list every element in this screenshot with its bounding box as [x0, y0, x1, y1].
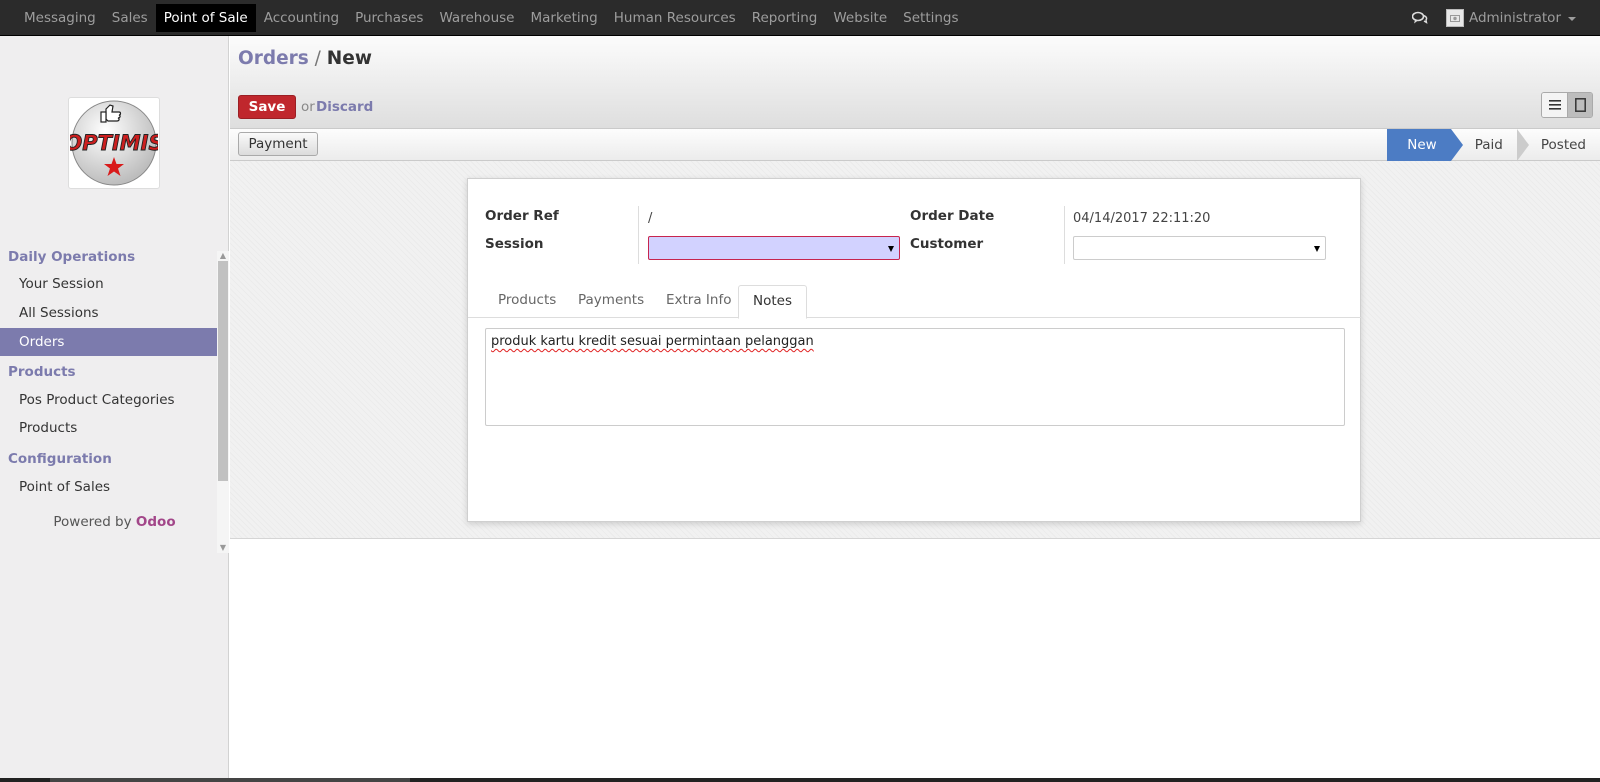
or-label: or: [301, 99, 315, 115]
stage-new[interactable]: New: [1387, 129, 1464, 161]
scroll-down-arrow-icon[interactable]: ▼: [217, 543, 229, 553]
tab-extra-info[interactable]: Extra Info: [652, 285, 745, 318]
sidebar-scrollbar[interactable]: ▲ ▼: [217, 251, 229, 553]
chevron-down-icon[interactable]: [1568, 17, 1576, 21]
menu-website[interactable]: Website: [825, 4, 895, 32]
company-logo[interactable]: OPTIMIS: [68, 97, 160, 189]
customer-select[interactable]: [1073, 236, 1326, 260]
session-label: Session: [485, 236, 544, 252]
menu-warehouse[interactable]: Warehouse: [431, 4, 522, 32]
section-products[interactable]: Products: [8, 364, 76, 380]
scroll-thumb[interactable]: [218, 261, 228, 481]
label-separator: [638, 206, 639, 264]
top-navbar: Messaging Sales Point of Sale Accounting…: [0, 0, 1600, 36]
order-ref-label: Order Ref: [485, 208, 559, 224]
list-view-button[interactable]: [1542, 93, 1567, 117]
menu-messaging[interactable]: Messaging: [16, 4, 104, 32]
sidebar-item-pos-product-categories[interactable]: Pos Product Categories: [0, 386, 217, 414]
optimis-logo-icon: OPTIMIS: [70, 100, 158, 186]
form-sheet: Order Ref Session / Order Date Customer …: [467, 178, 1362, 522]
control-panel: Orders / New Save or Discard: [230, 36, 1600, 129]
menu-point-of-sale[interactable]: Point of Sale: [155, 4, 256, 32]
menu-purchases[interactable]: Purchases: [347, 4, 431, 32]
powered-by-label: Powered by: [53, 514, 132, 530]
sidebar-item-your-session[interactable]: Your Session: [0, 270, 217, 298]
sidebar-item-products[interactable]: Products: [0, 414, 217, 442]
breadcrumb-separator: /: [314, 48, 321, 69]
breadcrumb-current: New: [326, 48, 372, 69]
stage-pipeline: New Paid Posted: [1387, 129, 1600, 161]
status-bar: Payment New Paid Posted: [230, 129, 1600, 161]
section-configuration[interactable]: Configuration: [8, 451, 112, 467]
dropdown-caret-icon: [888, 246, 894, 252]
form-view-button[interactable]: [1567, 93, 1592, 117]
session-select[interactable]: [648, 236, 900, 260]
tab-products[interactable]: Products: [484, 285, 570, 318]
camera-icon: [1449, 15, 1460, 22]
sidebar-item-orders[interactable]: Orders: [0, 328, 217, 356]
menu-sales[interactable]: Sales: [104, 4, 156, 32]
breadcrumb-orders[interactable]: Orders: [238, 48, 309, 69]
menu-settings[interactable]: Settings: [895, 4, 966, 32]
breadcrumb: Orders / New: [238, 48, 372, 69]
user-name[interactable]: Administrator: [1469, 10, 1561, 26]
save-button[interactable]: Save: [238, 95, 296, 119]
chat-bubbles-icon[interactable]: [1411, 11, 1428, 25]
stage-posted[interactable]: Posted: [1517, 129, 1600, 161]
scroll-up-arrow-icon[interactable]: ▲: [217, 251, 229, 261]
payment-button[interactable]: Payment: [238, 132, 318, 156]
customer-label: Customer: [910, 236, 984, 252]
order-date-value[interactable]: 04/14/2017 22:11:20: [1073, 211, 1210, 226]
order-date-label: Order Date: [910, 208, 995, 224]
user-area: Administrator: [1411, 4, 1576, 32]
menu-marketing[interactable]: Marketing: [522, 4, 605, 32]
menu-human-resources[interactable]: Human Resources: [606, 4, 744, 32]
section-daily-operations[interactable]: Daily Operations: [8, 249, 135, 265]
menu-accounting[interactable]: Accounting: [256, 4, 347, 32]
svg-text:OPTIMIS: OPTIMIS: [70, 131, 158, 155]
window-bottom-edge: [0, 778, 1600, 782]
form-background: Order Ref Session / Order Date Customer …: [230, 161, 1600, 539]
list-icon: [1548, 100, 1561, 110]
menu-reporting[interactable]: Reporting: [744, 4, 826, 32]
powered-by: Powered by Odoo: [0, 514, 229, 530]
tab-payments[interactable]: Payments: [564, 285, 658, 318]
discard-button[interactable]: Discard: [316, 99, 373, 115]
order-ref-value: /: [648, 211, 653, 226]
notes-text: produk kartu kredit sesuai permintaan pe…: [491, 334, 814, 349]
user-avatar[interactable]: [1445, 9, 1464, 27]
sidebar: OPTIMIS ▲ ▼ Daily Operations Your Sessio…: [0, 36, 229, 782]
taskbar-segment: [50, 778, 410, 782]
form-tabs: Products Payments Extra Info Notes: [468, 285, 1362, 319]
sidebar-item-point-of-sales[interactable]: Point of Sales: [0, 473, 217, 501]
notes-textarea[interactable]: produk kartu kredit sesuai permintaan pe…: [485, 328, 1345, 426]
label-separator-right: [1064, 206, 1065, 264]
main-menu: Messaging Sales Point of Sale Accounting…: [16, 4, 967, 32]
sidebar-item-all-sessions[interactable]: All Sessions: [0, 299, 217, 327]
odoo-link[interactable]: Odoo: [136, 514, 176, 530]
view-switcher: [1541, 92, 1593, 118]
dropdown-caret-icon: [1314, 246, 1320, 252]
form-icon: [1574, 98, 1586, 112]
tab-notes[interactable]: Notes: [738, 285, 807, 319]
